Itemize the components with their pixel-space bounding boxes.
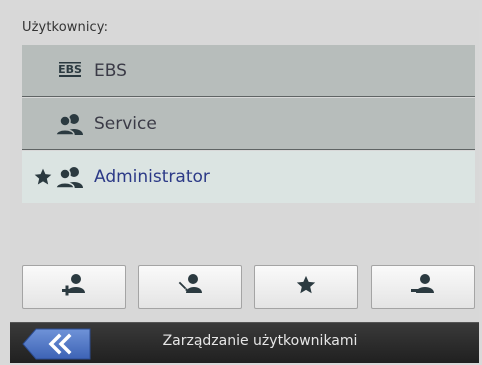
edit-user-icon: [177, 273, 203, 301]
star-icon: [295, 274, 317, 300]
user-list: EBS EBS Service Administrator: [22, 45, 475, 205]
user-group-icon: [54, 113, 86, 135]
svg-text:EBS: EBS: [58, 63, 82, 76]
set-default-user-button[interactable]: [254, 265, 358, 309]
action-toolbar: [22, 265, 475, 311]
remove-user-icon: [410, 273, 436, 301]
user-name: EBS: [94, 60, 127, 81]
user-row-administrator[interactable]: Administrator: [22, 151, 475, 203]
ebs-logo-icon: EBS: [54, 61, 86, 81]
edit-user-button[interactable]: [138, 265, 242, 309]
back-button[interactable]: [22, 328, 92, 360]
screen-title: Zarządzanie użytkownikami: [162, 333, 358, 349]
user-row-ebs[interactable]: EBS EBS: [22, 45, 475, 97]
user-group-icon: [54, 166, 86, 188]
star-icon: [32, 167, 54, 187]
add-user-icon: [61, 273, 87, 301]
user-name: Service: [94, 113, 157, 134]
main-panel: Użytkownicy: EBS EBS Service Administrat…: [10, 10, 479, 322]
add-user-button[interactable]: [22, 265, 126, 309]
users-section-label: Użytkownicy:: [22, 20, 109, 35]
footer-bar: Zarządzanie użytkownikami: [10, 322, 479, 363]
user-name: Administrator: [94, 167, 210, 187]
user-row-service[interactable]: Service: [22, 98, 475, 150]
remove-user-button[interactable]: [371, 265, 475, 309]
